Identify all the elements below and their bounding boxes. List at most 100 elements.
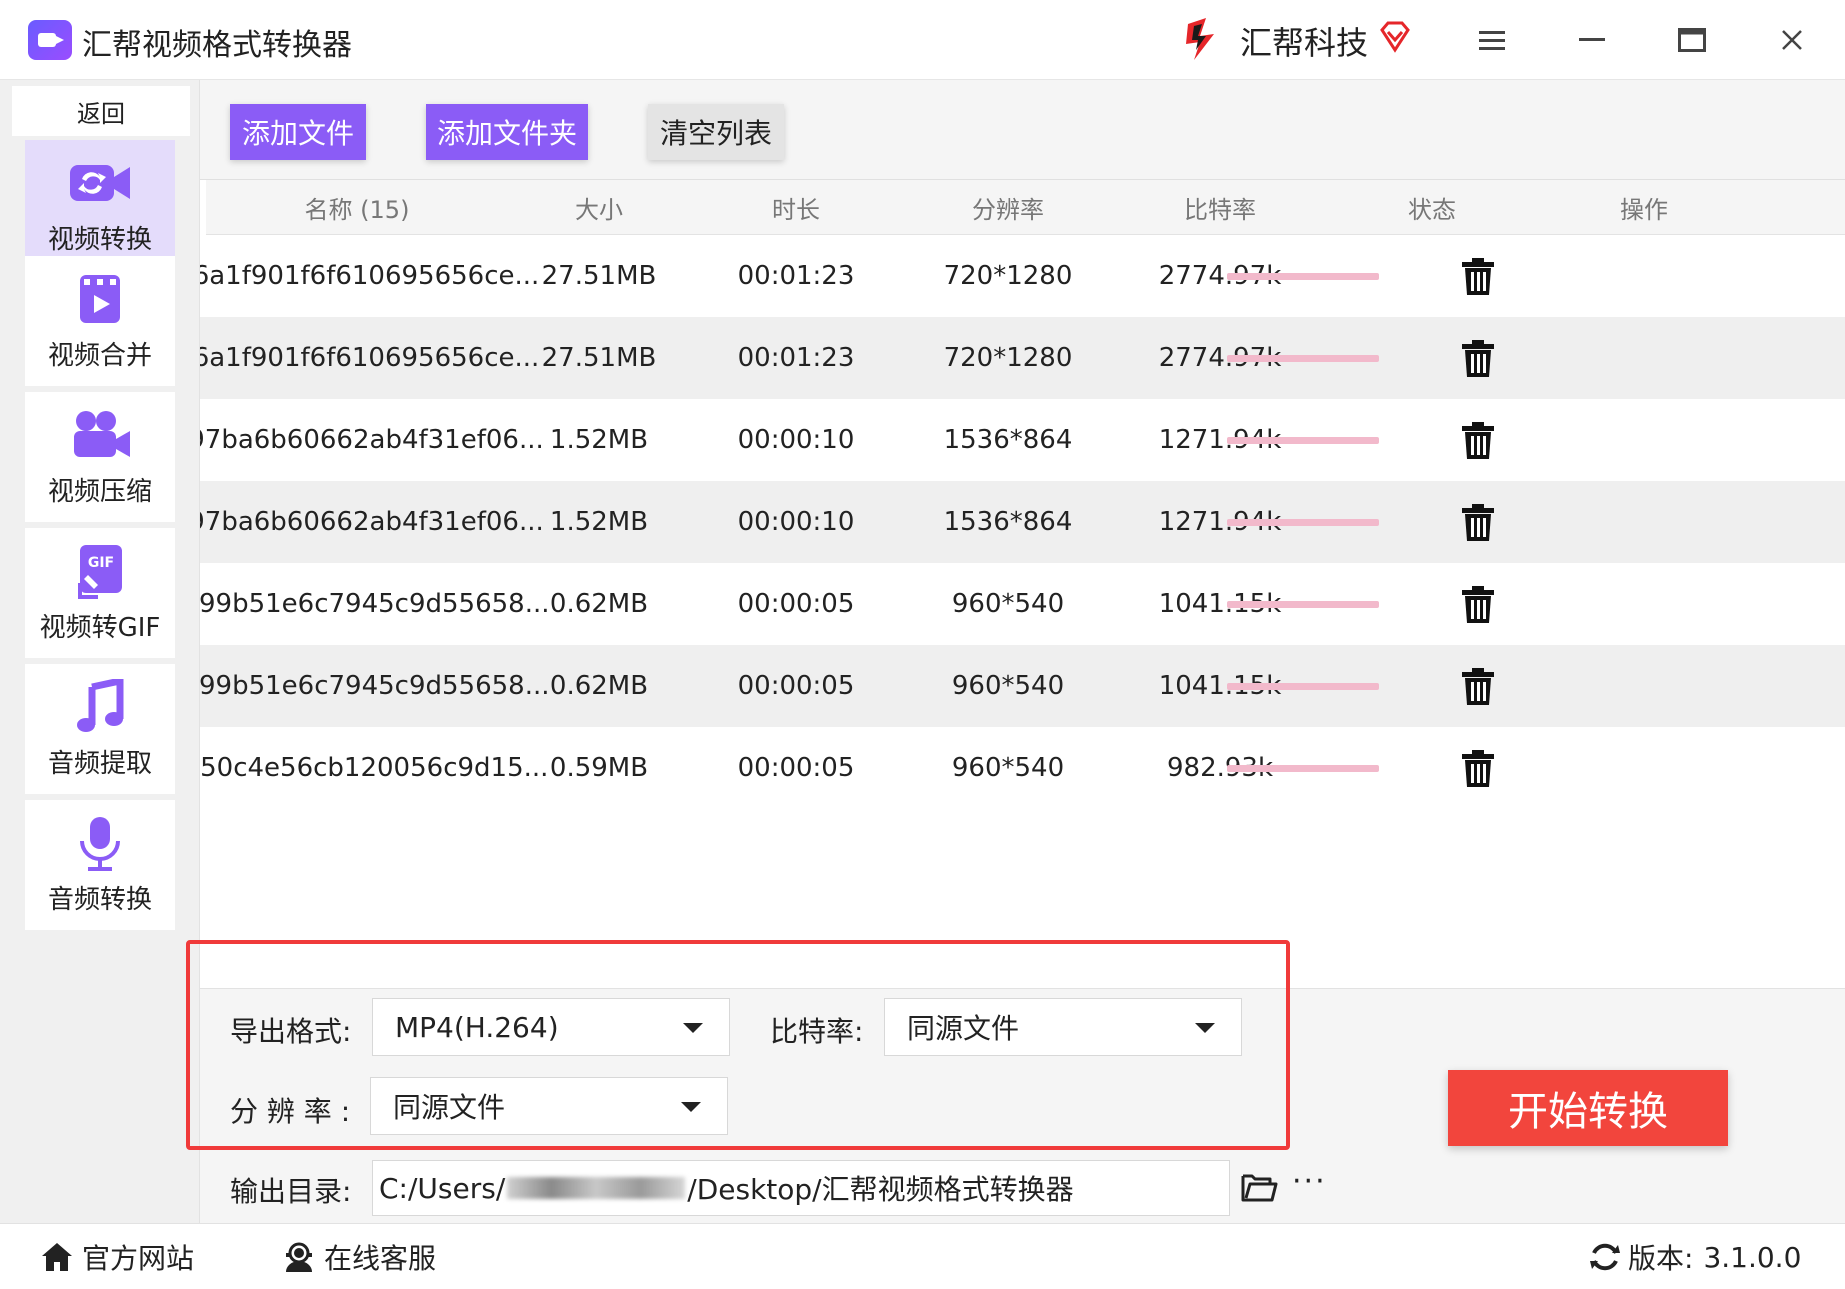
bitrate-label: 比特率: [770, 1015, 864, 1048]
refresh-icon[interactable] [1588, 1241, 1622, 1273]
table-row[interactable]: 6a1f901f6f610695656ce... 27.51MB 00:01:23 7… [200, 317, 1845, 399]
cell-duration: 00:01:23 [737, 343, 855, 373]
table-row[interactable]: b99b51e6c7945c9d55658... 0.62MB 00:00:05 96… [200, 563, 1845, 645]
back-button[interactable]: 返回 [12, 86, 190, 136]
column-header-bitrate[interactable]: 比特率 [1114, 180, 1326, 235]
status-progress-bar [1227, 601, 1379, 608]
status-progress-bar [1227, 355, 1379, 362]
status-progress-bar [1227, 437, 1379, 444]
cell-resolution: 960*540 [951, 753, 1065, 783]
vip-diamond-icon[interactable] [1378, 20, 1412, 54]
file-table: 名称 (15) 大小 时长 分辨率 比特率 状态 操作 6a1f901f6f61… [200, 180, 1845, 988]
close-icon [1782, 30, 1802, 50]
cell-size: 1.52MB [549, 507, 649, 537]
delete-trash-icon[interactable] [1460, 502, 1496, 542]
resolution-select[interactable]: 同源文件 [370, 1077, 728, 1135]
cell-name: b99b51e6c7945c9d55658... [200, 671, 550, 701]
add-file-button[interactable]: 添加文件 [230, 104, 366, 160]
sidebar-item-audio-extract[interactable]: 音频提取 [25, 664, 175, 794]
cell-name: 97ba6b60662ab4f31ef06... [200, 507, 544, 537]
minimize-icon [1579, 38, 1605, 41]
app-logo-icon [28, 20, 72, 60]
sidebar-item-video-to-gif[interactable]: GIF 视频转GIF [25, 528, 175, 658]
sidebar-item-label: 视频转换 [47, 224, 152, 255]
output-dir-field[interactable]: C:/Users/ /Desktop/汇帮视频格式转换器 [372, 1160, 1230, 1216]
cell-duration: 00:00:05 [737, 753, 855, 783]
start-convert-button[interactable]: 开始转换 [1448, 1070, 1728, 1146]
table-row[interactable]: 750c4e56cb120056c9d15... 0.59MB 00:00:05 96… [200, 727, 1845, 809]
maximize-button[interactable] [1670, 18, 1714, 62]
sidebar-item-label: 视频合并 [47, 340, 152, 371]
video-merge-icon [80, 274, 120, 323]
app-title: 汇帮视频格式转换器 [82, 28, 352, 63]
cell-name: b99b51e6c7945c9d55658... [200, 589, 550, 619]
bitrate-select[interactable]: 同源文件 [884, 998, 1242, 1056]
delete-trash-icon[interactable] [1460, 256, 1496, 296]
clear-list-button[interactable]: 清空列表 [648, 104, 784, 160]
column-header-status: 状态 [1408, 196, 1456, 224]
cell-size: 1.52MB [549, 425, 649, 455]
footer: 官方网站 在线客服 版本: 3.1.0.0 [0, 1223, 1845, 1289]
open-folder-icon[interactable] [1240, 1168, 1278, 1204]
cell-name: 6a1f901f6f610695656ce... [200, 343, 540, 373]
status-progress-bar [1227, 765, 1379, 772]
sidebar: 返回 视频转换 视频合并 视频压缩 GIF 视频转GIF 音频提取 音频转换 [0, 80, 200, 1223]
cell-duration: 00:00:05 [737, 589, 855, 619]
sidebar-item-label: 音频转换 [47, 884, 152, 915]
cell-resolution: 960*540 [951, 589, 1065, 619]
cell-resolution: 1536*864 [943, 507, 1073, 537]
resolution-label: 分 辨 率 : [230, 1095, 351, 1128]
delete-trash-icon[interactable] [1460, 666, 1496, 706]
table-row[interactable]: 97ba6b60662ab4f31ef06... 1.52MB 00:00:10 15… [200, 481, 1845, 563]
delete-trash-icon[interactable] [1460, 748, 1496, 788]
column-header-size[interactable]: 大小 [508, 180, 690, 235]
delete-trash-icon[interactable] [1460, 338, 1496, 378]
sidebar-item-audio-convert[interactable]: 音频转换 [25, 800, 175, 930]
online-support-link[interactable]: 在线客服 [282, 1234, 436, 1280]
version-info: 版本: 3.1.0.0 [1588, 1234, 1801, 1280]
version-label: 版本: [1628, 1242, 1694, 1275]
home-icon [42, 1243, 72, 1271]
cell-name: 97ba6b60662ab4f31ef06... [200, 425, 544, 455]
menu-button[interactable] [1470, 18, 1514, 62]
output-path-suffix: /Desktop/汇帮视频格式转换器 [687, 1173, 1074, 1206]
table-row[interactable]: b99b51e6c7945c9d55658... 0.62MB 00:00:05 96… [200, 645, 1845, 727]
output-dir-label: 输出目录: [230, 1175, 352, 1208]
resolution-value: 同源文件 [393, 1091, 506, 1124]
sidebar-item-video-compress[interactable]: 视频压缩 [25, 392, 175, 522]
official-website-label: 官方网站 [82, 1242, 195, 1275]
cell-resolution: 720*1280 [943, 261, 1073, 291]
microphone-icon [80, 816, 120, 871]
title-bar: 汇帮视频格式转换器 汇帮科技 [0, 0, 1845, 80]
column-header-duration[interactable]: 时长 [690, 180, 902, 235]
chevron-down-icon [1195, 1023, 1215, 1033]
more-options-button[interactable]: ··· [1292, 1164, 1327, 1199]
cell-duration: 00:00:10 [737, 425, 855, 455]
music-note-icon [77, 678, 124, 732]
delete-trash-icon[interactable] [1460, 584, 1496, 624]
official-website-link[interactable]: 官方网站 [40, 1234, 194, 1280]
table-row[interactable]: 6a1f901f6f610695656ce... 27.51MB 00:01:23 7… [200, 235, 1845, 317]
table-row[interactable]: 97ba6b60662ab4f31ef06... 1.52MB 00:00:10 15… [200, 399, 1845, 481]
status-progress-bar [1227, 683, 1379, 690]
bitrate-value: 同源文件 [907, 1012, 1020, 1045]
delete-trash-icon[interactable] [1460, 420, 1496, 460]
gif-icon: GIF [78, 544, 122, 599]
hamburger-menu-icon [1479, 31, 1505, 50]
video-convert-icon [70, 164, 130, 201]
chevron-down-icon [683, 1023, 703, 1033]
brand-logo-icon [1186, 18, 1214, 60]
online-support-label: 在线客服 [324, 1242, 437, 1275]
column-header-resolution[interactable]: 分辨率 [902, 180, 1114, 235]
export-format-select[interactable]: MP4(H.264) [372, 998, 730, 1056]
status-progress-bar [1227, 519, 1379, 526]
close-button[interactable] [1770, 18, 1814, 62]
minimize-button[interactable] [1570, 18, 1614, 62]
sidebar-item-video-merge[interactable]: 视频合并 [25, 256, 175, 386]
column-header-action: 操作 [1620, 196, 1668, 224]
sidebar-item-video-convert[interactable]: 视频转换 [25, 140, 175, 270]
column-header-name[interactable]: 名称 (15) [206, 180, 508, 235]
toolbar: 添加文件 添加文件夹 清空列表 [200, 80, 1845, 180]
add-folder-button[interactable]: 添加文件夹 [426, 104, 588, 160]
sidebar-item-label: 视频转GIF [39, 612, 161, 643]
